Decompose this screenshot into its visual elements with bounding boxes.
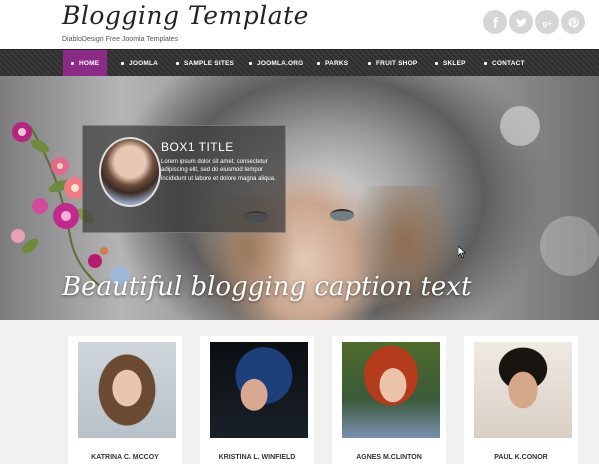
google-plus-icon[interactable]: g+ [535,10,559,34]
hero-bokeh [500,106,540,146]
nav-bullet [368,61,371,65]
nav-item-joomla[interactable]: JOOMLA [121,50,158,76]
nav-bullet [317,61,320,65]
nav-item-contact[interactable]: CONTACT [484,50,525,76]
box1-title: BOX1 TITLE [161,140,234,154]
nav-bullet [484,61,487,65]
team-photo [210,342,308,438]
team-member-name: KATRINA C. MCCOY [91,454,159,461]
team-member-name: KRISTINA L. WINFIELD [218,454,296,461]
nav-item-fruit-shop[interactable]: FRUIT SHOP [368,50,417,76]
nav-item-home[interactable]: HOME [63,50,108,76]
site-logo[interactable]: Blogging Template [62,1,309,30]
mouse-cursor-icon [458,246,466,258]
facebook-icon[interactable] [483,10,507,34]
team-photo [474,342,572,438]
site-header: Blogging Template DiabloDesign Free Joom… [0,0,599,49]
main-nav: HOME JOOMLA SAMPLE SITES JOOMLA.ORG PARK… [0,49,599,77]
nav-bullet [176,61,179,65]
nav-item-sample-sites[interactable]: SAMPLE SITES [176,50,234,76]
hero-slider[interactable]: BOX1 TITLE Lorem ipsum dolor sit amet, c… [0,76,599,320]
nav-bullet [435,61,438,65]
hero-bokeh [540,216,599,276]
pinterest-icon[interactable] [561,10,585,34]
nav-item-parks[interactable]: PARKS [317,50,348,76]
box1-avatar [99,137,161,207]
team-section [0,320,599,464]
nav-item-sklep[interactable]: SKLEP [435,50,466,76]
box1-text: Lorem ipsum dolor sit amet, consectetur … [161,159,276,182]
team-card[interactable] [332,336,446,464]
team-card[interactable] [200,336,314,464]
team-card[interactable] [68,336,182,464]
site-tagline: DiabloDesign Free Joomla Templates [62,36,179,43]
team-photo [342,342,440,438]
nav-bullet [249,61,252,65]
nav-bullet [121,61,124,65]
team-photo [78,342,176,438]
team-member-name: AGNES M.CLINTON [356,454,422,461]
team-member-name: PAUL K.CONOR [494,454,548,461]
hero-caption: Beautiful blogging caption text [62,272,472,302]
team-card[interactable] [464,336,578,464]
twitter-icon[interactable] [509,10,533,34]
svg-text:g+: g+ [542,18,552,27]
box1-panel: BOX1 TITLE Lorem ipsum dolor sit amet, c… [82,125,286,233]
nav-bullet [71,61,74,65]
hero-image-eye [330,209,354,221]
nav-item-joomla-org[interactable]: JOOMLA.ORG [249,50,303,76]
